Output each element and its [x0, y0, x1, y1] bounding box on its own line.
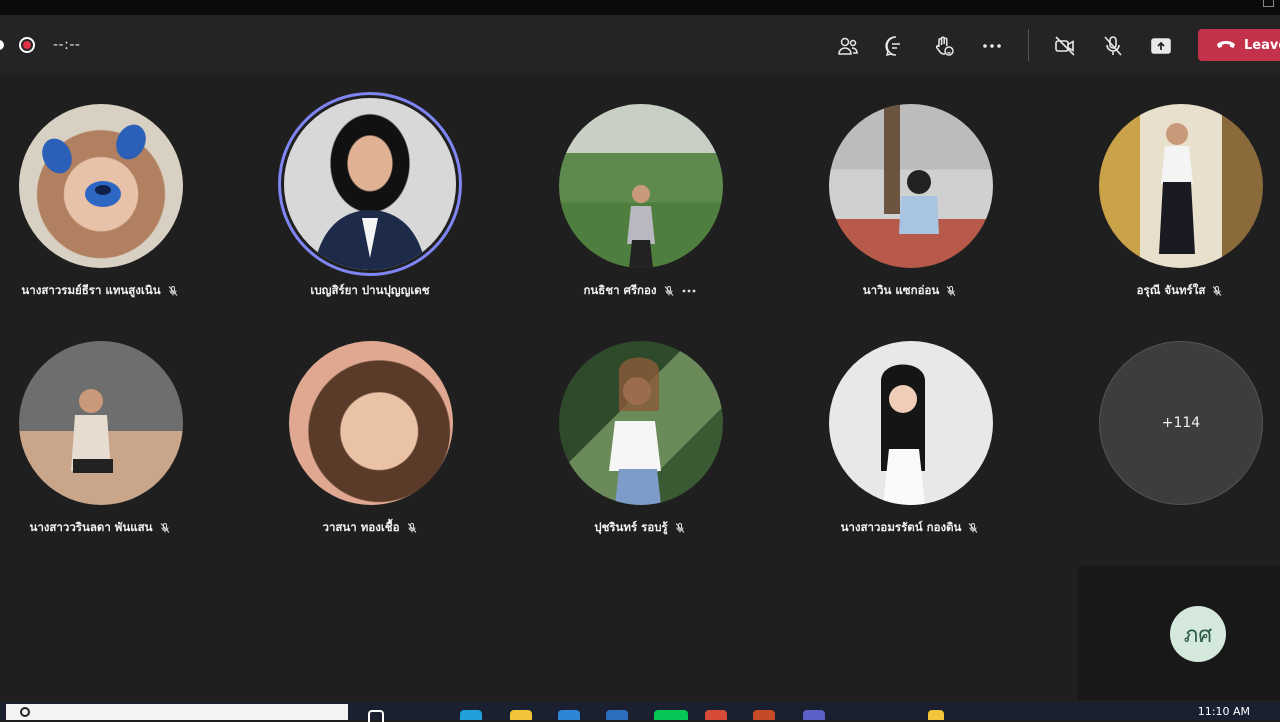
os-taskbar: 11:10 AM: [0, 702, 1280, 722]
participant-name-row: วาสนา ทองเชื้อ: [270, 519, 470, 537]
portrait-graphic: [881, 364, 925, 505]
participant-name-row: ปุชรินทร์ รอบรู้: [540, 519, 740, 537]
portrait-graphic: [71, 389, 113, 473]
mic-off-icon: [675, 523, 685, 533]
toolbar-edge-indicator: [0, 40, 4, 50]
camera-toggle-button[interactable]: [1052, 33, 1078, 59]
window-title-bar: [0, 0, 1280, 15]
mic-toggle-button[interactable]: [1100, 33, 1126, 59]
clock-time[interactable]: 11:10 AM: [1198, 705, 1250, 718]
portrait-graphic: [1159, 123, 1195, 254]
more-options-icon[interactable]: [681, 285, 697, 297]
chrome-icon[interactable]: [705, 710, 727, 720]
file-explorer-icon[interactable]: [510, 710, 532, 720]
mic-off-icon: [664, 286, 673, 296]
participant-name: ปุชรินทร์ รอบรู้: [594, 520, 668, 534]
participant-name-row: กนธิชา ศรีกอง: [540, 282, 740, 300]
participant-name: เบญสิร์ยา ปานปุญญเดช: [310, 283, 430, 297]
mic-off-icon: [168, 286, 177, 296]
participant-name-row: เบญสิร์ยา ปานปุญญเดช: [270, 282, 470, 300]
meeting-toolbar: --:-- Leav: [0, 15, 1280, 75]
participant-name: นางสาววรินลดา พันแสน: [29, 520, 153, 534]
mic-off-icon: [1213, 286, 1222, 296]
hang-up-icon: [1217, 41, 1235, 48]
portrait-graphic: [609, 357, 661, 505]
store-icon[interactable]: [558, 710, 580, 720]
participant-name-row: นางสาวอมรรัตน์ กองดิน: [810, 519, 1010, 537]
teams-icon[interactable]: [803, 710, 825, 720]
participant-avatar[interactable]: [559, 341, 723, 505]
self-view-panel: ภศ: [1078, 566, 1280, 700]
restore-icon[interactable]: [1263, 0, 1274, 7]
participant-avatar[interactable]: [19, 341, 183, 505]
mic-off-icon: [1104, 36, 1122, 56]
meeting-timer: --:--: [53, 37, 81, 53]
participant-name: อรุณี จันทร์ใส: [1136, 283, 1206, 297]
self-initials: ภศ: [1183, 622, 1213, 648]
chat-icon: [885, 36, 900, 57]
participant-name-row: นางสาวรมย์ธีรา แทนสูงเนิน: [0, 282, 200, 300]
edge-icon[interactable]: [460, 710, 482, 720]
mic-off-icon: [407, 523, 416, 533]
dog-filter-graphic: [42, 124, 146, 207]
people-icon: [838, 37, 858, 55]
mic-off-icon: [969, 523, 978, 533]
portrait-graphic: [884, 104, 939, 234]
portrait-graphic: [627, 185, 655, 268]
participant-avatar[interactable]: [19, 104, 183, 268]
reactions-button[interactable]: [931, 33, 957, 59]
participant-avatar[interactable]: [829, 341, 993, 505]
overflow-count: +114: [1161, 415, 1201, 431]
line-app-icon[interactable]: [654, 710, 688, 720]
participant-name-row: นางสาววรินลดา พันแสน: [0, 519, 200, 537]
task-view-icon[interactable]: [368, 710, 384, 722]
share-screen-button[interactable]: [1148, 33, 1174, 59]
toolbar-divider: [1028, 29, 1029, 61]
search-icon: [20, 707, 30, 717]
leave-button[interactable]: Leave: [1198, 29, 1280, 61]
participant-name-row: นาวิน แซกอ่อน: [810, 282, 1010, 300]
participant-avatar-speaking[interactable]: [284, 98, 456, 270]
participant-avatar[interactable]: [289, 341, 453, 505]
raise-hand-icon: [935, 36, 954, 56]
mic-off-icon: [946, 286, 956, 296]
participant-name: วาสนา ทองเชื้อ: [322, 520, 400, 534]
participant-name: กนธิชา ศรีกอง: [583, 283, 657, 297]
participant-avatar[interactable]: [829, 104, 993, 268]
more-actions-button[interactable]: [979, 33, 1005, 59]
powerpoint-icon[interactable]: [753, 710, 775, 720]
share-icon: [1151, 38, 1171, 54]
participant-avatar[interactable]: [1099, 104, 1263, 268]
participant-name: นางสาวรมย์ธีรา แทนสูงเนิน: [21, 283, 161, 297]
participant-name-row: อรุณี จันทร์ใส: [1080, 282, 1280, 300]
mail-icon[interactable]: [606, 710, 628, 720]
leave-label: Leave: [1244, 37, 1280, 53]
camera-off-icon: [1055, 36, 1075, 56]
portrait-graphic: [314, 210, 426, 270]
more-icon: [983, 44, 1001, 48]
participant-name: นางสาวอมรรัตน์ กองดิน: [840, 520, 962, 534]
self-avatar[interactable]: ภศ: [1170, 606, 1226, 662]
participant-name: นาวิน แซกอ่อน: [862, 283, 940, 297]
tray-folder-icon[interactable]: [928, 710, 944, 720]
overflow-participants-tile[interactable]: +114: [1099, 341, 1263, 505]
participant-avatar[interactable]: [559, 104, 723, 268]
mic-off-icon: [160, 523, 169, 533]
people-button[interactable]: [835, 33, 861, 59]
recording-icon: [19, 37, 35, 53]
chat-button[interactable]: [883, 33, 909, 59]
taskbar-search-box[interactable]: [6, 704, 348, 720]
